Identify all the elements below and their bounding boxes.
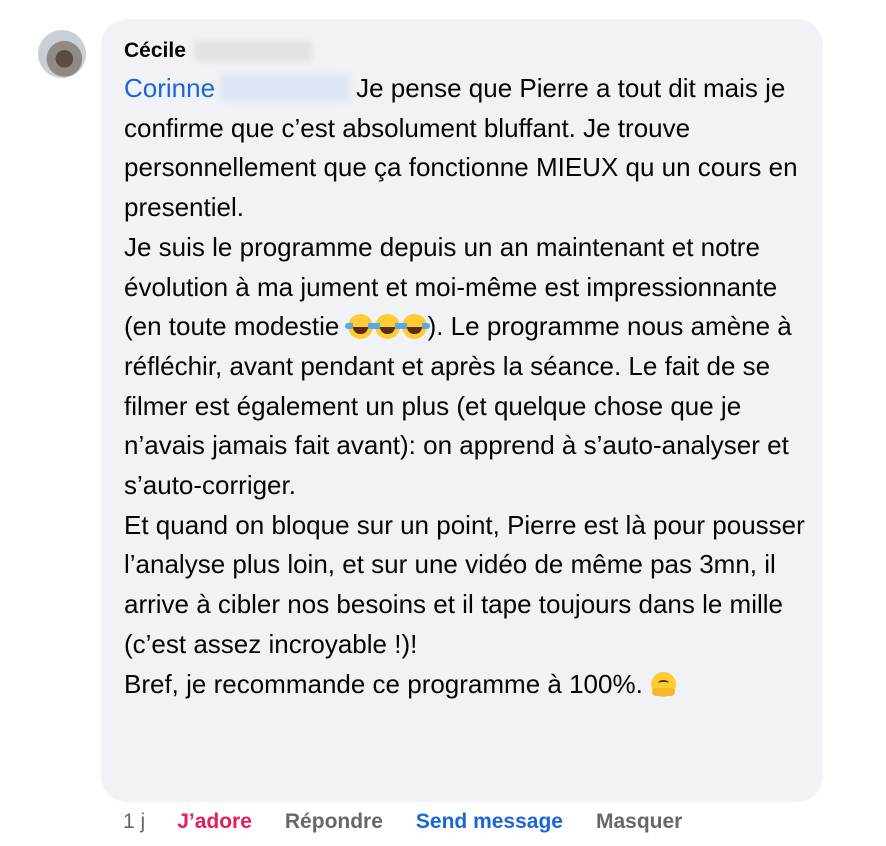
tears-of-joy-icon — [398, 314, 430, 340]
hide-button[interactable]: Masquer — [596, 809, 682, 835]
reaction-jadore-button[interactable]: J’adore — [177, 809, 252, 835]
mention-link[interactable]: Corinne — [124, 73, 215, 103]
comment-paragraph-1: Corinne Je pense que Pierre a tout dit ma… — [124, 69, 814, 228]
send-message-button[interactable]: Send message — [416, 809, 563, 835]
comment-paragraph-4: Bref, je recommande ce programme à 100%. — [124, 665, 814, 705]
author-row: Cécile — [124, 39, 312, 63]
author-avatar[interactable] — [38, 30, 86, 78]
tears-of-joy-icon — [371, 314, 403, 340]
comment-paragraph-2: Je suis le programme depuis un an mainte… — [124, 228, 814, 506]
comment-para4: Bref, je recommande ce programme à 100%. — [124, 668, 651, 699]
hugging-face-icon — [651, 671, 677, 697]
comment-timestamp[interactable]: 1 j — [123, 809, 145, 835]
comment-paragraph-3: Et quand on bloque sur un point, Pierre … — [124, 506, 814, 665]
redacted-mention — [220, 74, 351, 102]
comment-para3: Et quand on bloque sur un point, Pierre … — [124, 509, 805, 659]
author-name[interactable]: Cécile — [124, 39, 186, 63]
reply-button[interactable]: Répondre — [285, 809, 383, 835]
tears-of-joy-icon — [344, 314, 376, 340]
comment-actions: 1 j J’adore Répondre Send message Masque… — [123, 809, 682, 835]
redacted-surname — [193, 41, 312, 61]
comment-bubble: Cécile Corinne Je pense que Pierre a tout… — [101, 19, 823, 802]
comment-text: Corinne Je pense que Pierre a tout dit ma… — [124, 69, 814, 704]
